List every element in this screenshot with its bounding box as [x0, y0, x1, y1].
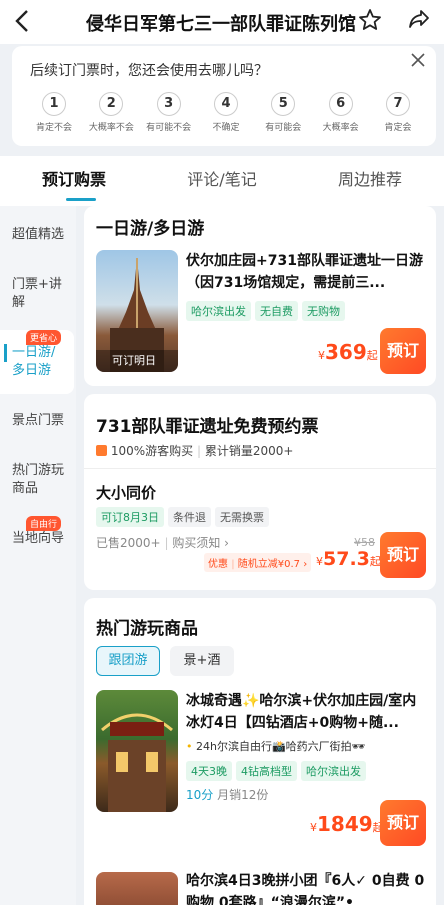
feature-text: 24h尔滨自由行📸哈药六厂街拍🕶	[196, 740, 366, 753]
discount-label: 优惠	[208, 559, 228, 570]
sidebar-item-deals[interactable]: 超值精选	[0, 226, 76, 244]
survey-option-7[interactable]: 7 肯定会	[370, 92, 426, 140]
share-icon[interactable]	[408, 8, 430, 36]
ticket-sold-info: 已售2000+ | 购买须知 ›	[96, 536, 229, 550]
option-number: 5	[271, 92, 296, 116]
option-label: 有可能不会	[146, 123, 192, 133]
survey-option-3[interactable]: 3 有可能不会	[141, 92, 197, 140]
sidebar-badge: 更省心	[26, 330, 62, 345]
tour-image[interactable]	[96, 690, 178, 812]
book-button[interactable]: 预订	[380, 328, 426, 374]
tag: 4钻高档型	[236, 761, 297, 781]
section-title: 一日游/多日游	[96, 219, 205, 239]
price-value: 57.3	[323, 548, 370, 570]
chip-group-tour[interactable]: 跟团游	[96, 646, 160, 676]
option-label: 有可能会	[265, 123, 302, 133]
rating: 10分	[186, 788, 214, 802]
sidebar-badge: 自由行	[26, 516, 62, 531]
sidebar-item-day-tours[interactable]: 一日游/多日游	[0, 344, 74, 380]
tag: 无自费	[255, 301, 298, 321]
option-number: 3	[156, 92, 181, 116]
discount-text: 随机立减¥0.7 ›	[237, 559, 308, 570]
section-title: 731部队罪证遗址免费预约票	[96, 417, 319, 437]
option-label: 大概率会	[322, 123, 359, 133]
price-value: 1849	[317, 812, 373, 836]
option-number: 1	[42, 92, 66, 116]
sales-count: 累计销量2000+	[204, 444, 294, 458]
option-number: 6	[328, 92, 353, 116]
product-price: ¥1849起	[310, 812, 384, 836]
survey-card: 后续订门票时，您还会使用去哪儿吗？ 1 肯定不会 2 大概率不会 3 有可能不会 4 不…	[12, 46, 436, 146]
tag: 可订8月3日	[96, 507, 164, 527]
shield-icon	[96, 445, 107, 456]
monthly-sales: 月销12份	[217, 788, 269, 802]
sidebar-item-hot-products[interactable]: 热门游玩商品	[0, 462, 74, 498]
sold-count: 已售2000+	[96, 536, 161, 550]
product-title[interactable]: 伏尔加庄园+731部队罪证遗址一日游（因731场馆规定，需提前三...	[186, 250, 428, 294]
price-value: 369	[325, 340, 367, 364]
currency-symbol: ¥	[318, 349, 325, 362]
survey-question: 后续订门票时，您还会使用去哪儿吗？	[30, 63, 268, 79]
product-rating-sales: 10分 月销12份	[186, 786, 268, 803]
tour-image[interactable]	[96, 872, 178, 905]
page-title: 侵华日军第七三一部队罪证陈列馆	[86, 14, 356, 35]
tag: 哈尔滨出发	[301, 761, 366, 781]
sidebar-item-local-guide[interactable]: 当地向导	[0, 530, 76, 548]
product-feature: • 24h尔滨自由行📸哈药六厂街拍🕶	[186, 740, 366, 753]
survey-option-4[interactable]: 4 不确定	[198, 92, 254, 140]
purchase-notice-link[interactable]: 购买须知 ›	[172, 536, 229, 550]
image-caption: 可订明日	[112, 354, 156, 367]
book-button[interactable]: 预订	[380, 800, 426, 846]
star-icon[interactable]	[358, 8, 382, 38]
survey-option-5[interactable]: 5 有可能会	[255, 92, 311, 140]
product-title[interactable]: 哈尔滨4日3晚拼小团『6人✓ 0自费 0购物 0套路』“浪漫尔滨”•	[186, 870, 428, 905]
tag: 4天3晚	[186, 761, 232, 781]
sidebar-item-tickets[interactable]: 景点门票	[0, 412, 76, 430]
product-tags: 哈尔滨出发 无自费 无购物	[186, 300, 349, 321]
product-title[interactable]: 冰城奇遇✨哈尔滨+伏尔加庄园/室内冰灯4日【四钻酒店+0购物+随...	[186, 690, 428, 734]
option-number: 7	[385, 92, 410, 116]
survey-option-2[interactable]: 2 大概率不会	[83, 92, 139, 140]
divider	[84, 468, 436, 469]
book-button[interactable]: 预订	[380, 532, 426, 578]
option-label: 大概率不会	[88, 123, 134, 133]
tag: 哈尔滨出发	[186, 301, 251, 321]
option-label: 肯定不会	[35, 123, 72, 133]
chip-hotel-package[interactable]: 景+酒	[170, 646, 234, 676]
sidebar-item-ticket-guide[interactable]: 门票+讲解	[0, 276, 74, 312]
section-title: 热门游玩商品	[96, 619, 198, 639]
option-number: 2	[99, 92, 124, 116]
close-icon[interactable]	[410, 52, 426, 73]
survey-option-1[interactable]: 1 肯定不会	[26, 92, 82, 140]
tag: 无需换票	[215, 507, 269, 527]
option-number: 4	[213, 92, 238, 116]
product-tags: 4天3晚 4钻高档型 哈尔滨出发	[186, 760, 370, 781]
product-price: ¥369起	[318, 340, 378, 364]
tag: 条件退	[168, 507, 211, 527]
survey-option-6[interactable]: 6 大概率会	[313, 92, 369, 140]
tab-reviews[interactable]: 评论/笔记	[148, 156, 296, 206]
option-label: 不确定	[212, 123, 240, 133]
price-suffix: 起	[366, 349, 378, 362]
ticket-stats: 100%游客购买 | 累计销量2000+	[96, 442, 293, 459]
active-tab-indicator	[66, 198, 96, 201]
back-arrow-icon[interactable]	[14, 8, 38, 36]
ticket-tags: 可订8月3日 条件退 无需换票	[96, 506, 273, 527]
ticket-name[interactable]: 大小同价	[96, 482, 156, 503]
ticket-price: ¥57.3起	[316, 548, 381, 570]
currency-symbol: ¥	[316, 555, 323, 568]
survey-scale: 1 肯定不会 2 大概率不会 3 有可能不会 4 不确定 5 有可能会 6 大概率会 7 肯定…	[26, 92, 426, 140]
discount-badge[interactable]: 优惠 | 随机立减¥0.7 ›	[204, 553, 312, 572]
tag: 无购物	[302, 301, 345, 321]
purchase-rate: 100%游客购买	[110, 444, 194, 458]
tab-nearby[interactable]: 周边推荐	[296, 156, 444, 206]
currency-symbol: ¥	[310, 821, 317, 834]
option-label: 肯定会	[384, 123, 412, 133]
